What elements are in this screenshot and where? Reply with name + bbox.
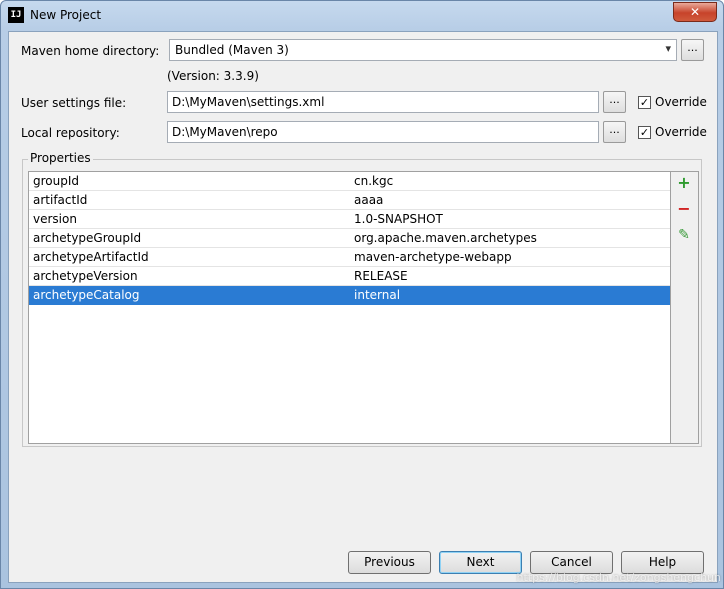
- local-repository-override-label[interactable]: Override: [655, 125, 707, 139]
- property-key: archetypeGroupId: [33, 231, 142, 245]
- chevron-down-icon: ▾: [665, 42, 671, 55]
- close-window-button[interactable]: ✕: [673, 2, 717, 22]
- maven-home-value: Bundled (Maven 3): [175, 43, 289, 57]
- properties-table[interactable]: groupId cn.kgc artifactId aaaa version 1.0-…: [28, 171, 671, 444]
- property-key: artifactId: [33, 193, 88, 207]
- property-key: archetypeVersion: [33, 269, 138, 283]
- maven-home-browse-button[interactable]: ...: [681, 39, 704, 61]
- user-settings-input[interactable]: D:\MyMaven\settings.xml: [167, 91, 599, 113]
- user-settings-label: User settings file:: [21, 96, 127, 110]
- previous-button[interactable]: Previous: [348, 551, 431, 574]
- remove-icon[interactable]: −: [671, 198, 697, 220]
- property-key: groupId: [33, 174, 80, 188]
- edit-icon[interactable]: ✎: [671, 224, 697, 246]
- property-value: internal: [354, 288, 401, 302]
- property-key: archetypeCatalog: [33, 288, 140, 302]
- maven-home-label: Maven home directory:: [21, 44, 160, 58]
- local-repository-label: Local repository:: [21, 126, 120, 140]
- property-value: org.apache.maven.archetypes: [354, 231, 537, 245]
- property-value: maven-archetype-webapp: [354, 250, 512, 264]
- table-row[interactable]: archetypeGroupId org.apache.maven.archety…: [29, 229, 670, 248]
- property-key: archetypeArtifactId: [33, 250, 149, 264]
- intellij-app-icon: IJ: [8, 7, 24, 23]
- title-bar: IJ New Project ✕: [1, 1, 723, 31]
- property-value: 1.0-SNAPSHOT: [354, 212, 443, 226]
- next-button[interactable]: Next: [439, 551, 522, 574]
- maven-version-text: (Version: 3.3.9): [167, 69, 259, 83]
- properties-title: Properties: [28, 151, 93, 165]
- property-value: cn.kgc: [354, 174, 394, 188]
- table-row-selected[interactable]: archetypeCatalog internal: [29, 286, 670, 305]
- property-value: RELEASE: [354, 269, 408, 283]
- user-settings-override-checkbox[interactable]: ✓: [638, 96, 651, 109]
- add-icon[interactable]: +: [671, 172, 697, 194]
- new-project-window: IJ New Project ✕ Maven home directory: B…: [0, 0, 724, 589]
- table-row[interactable]: archetypeArtifactId maven-archetype-webap…: [29, 248, 670, 267]
- watermark-text: https://blog.csdn.net/zongshengchun: [516, 571, 721, 584]
- table-row[interactable]: version 1.0-SNAPSHOT: [29, 210, 670, 229]
- property-value: aaaa: [354, 193, 384, 207]
- local-repository-input[interactable]: D:\MyMaven\repo: [167, 121, 599, 143]
- table-row[interactable]: artifactId aaaa: [29, 191, 670, 210]
- properties-toolbar: + − ✎: [671, 171, 699, 444]
- window-title: New Project: [30, 8, 102, 22]
- property-key: version: [33, 212, 77, 226]
- dialog-content: Maven home directory: Bundled (Maven 3) …: [8, 31, 718, 583]
- local-repository-override-checkbox[interactable]: ✓: [638, 126, 651, 139]
- maven-home-dropdown[interactable]: Bundled (Maven 3) ▾: [169, 39, 677, 61]
- table-row[interactable]: groupId cn.kgc: [29, 172, 670, 191]
- user-settings-browse-button[interactable]: ...: [603, 91, 626, 113]
- user-settings-override-label[interactable]: Override: [655, 95, 707, 109]
- local-repository-browse-button[interactable]: ...: [603, 121, 626, 143]
- table-row[interactable]: archetypeVersion RELEASE: [29, 267, 670, 286]
